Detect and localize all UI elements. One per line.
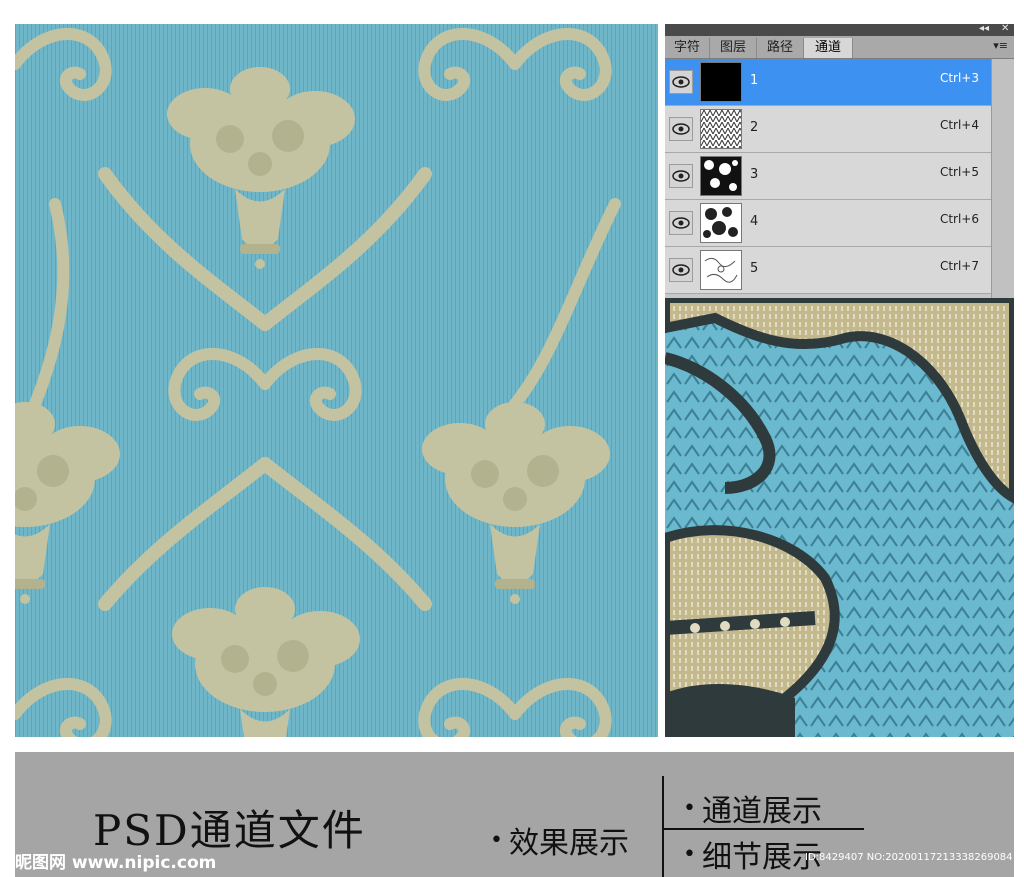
channel-row-1[interactable]: 1 Ctrl+3 [665, 59, 991, 106]
bullet-icon: • [683, 842, 696, 867]
bullet-icon: • [683, 796, 696, 821]
detail-label: 细节展示 [701, 840, 822, 875]
visibility-eye-icon[interactable] [669, 258, 693, 282]
channel-row-3[interactable]: 3 Ctrl+5 [665, 153, 991, 200]
tab-channels[interactable]: 通道 [804, 38, 853, 58]
caption-channel-item: • 通道展示 [683, 786, 822, 830]
collapse-icon[interactable]: ◂◂ [979, 24, 989, 35]
channel-name: 1 [750, 73, 759, 88]
site-watermark: 昵图网 www.nipic.com [15, 853, 217, 873]
visibility-eye-icon[interactable] [669, 211, 693, 235]
image-id-watermark: ID:8429407 NO:20200117213338269084 [805, 852, 1013, 863]
channel-name: 5 [750, 261, 759, 276]
visibility-eye-icon[interactable] [669, 70, 693, 94]
channel-shortcut: Ctrl+5 [939, 165, 979, 179]
channel-name: 4 [750, 214, 759, 229]
caption-divider-vertical [662, 776, 664, 877]
channel-row-5[interactable]: 5 Ctrl+7 [665, 247, 991, 294]
channel-shortcut: Ctrl+6 [939, 212, 979, 226]
panel-scrollbar[interactable] [991, 59, 1014, 298]
bullet-icon: • [490, 828, 503, 853]
caption-effect-item: • 效果展示 [490, 818, 629, 862]
channel-name: 3 [750, 167, 759, 182]
caption-detail-item: • 细节展示 [683, 832, 822, 876]
channel-shortcut: Ctrl+3 [939, 71, 979, 85]
channel-thumbnail [700, 203, 742, 243]
panel-menu-icon[interactable]: ▾≡ [993, 39, 1008, 52]
tab-paths[interactable]: 路径 [757, 38, 804, 58]
channel-thumbnail [700, 156, 742, 196]
channels-panel: ◂◂ ✕ 字符 图层 路径 通道 ▾≡ 1 Ctrl+3 2 Ctrl+4 3 [665, 24, 1014, 298]
damask-effect-preview [15, 24, 658, 737]
channel-row-2[interactable]: 2 Ctrl+4 [665, 106, 991, 153]
channel-label: 通道展示 [701, 794, 822, 829]
detail-closeup-preview [665, 298, 1014, 737]
effect-label: 效果展示 [508, 826, 629, 861]
channel-shortcut: Ctrl+4 [939, 118, 979, 132]
tab-character[interactable]: 字符 [665, 38, 710, 58]
channel-shortcut: Ctrl+7 [939, 259, 979, 273]
channel-thumbnail [700, 109, 742, 149]
panel-titlebar: ◂◂ ✕ [665, 24, 1014, 36]
visibility-eye-icon[interactable] [669, 164, 693, 188]
channel-thumbnail [700, 250, 742, 290]
tab-layers[interactable]: 图层 [710, 38, 757, 58]
close-icon[interactable]: ✕ [1001, 24, 1009, 35]
visibility-eye-icon[interactable] [669, 117, 693, 141]
panel-tab-bar: 字符 图层 路径 通道 ▾≡ [665, 36, 1014, 59]
channel-thumbnail [700, 62, 742, 102]
channel-row-4[interactable]: 4 Ctrl+6 [665, 200, 991, 247]
channel-name: 2 [750, 120, 759, 135]
